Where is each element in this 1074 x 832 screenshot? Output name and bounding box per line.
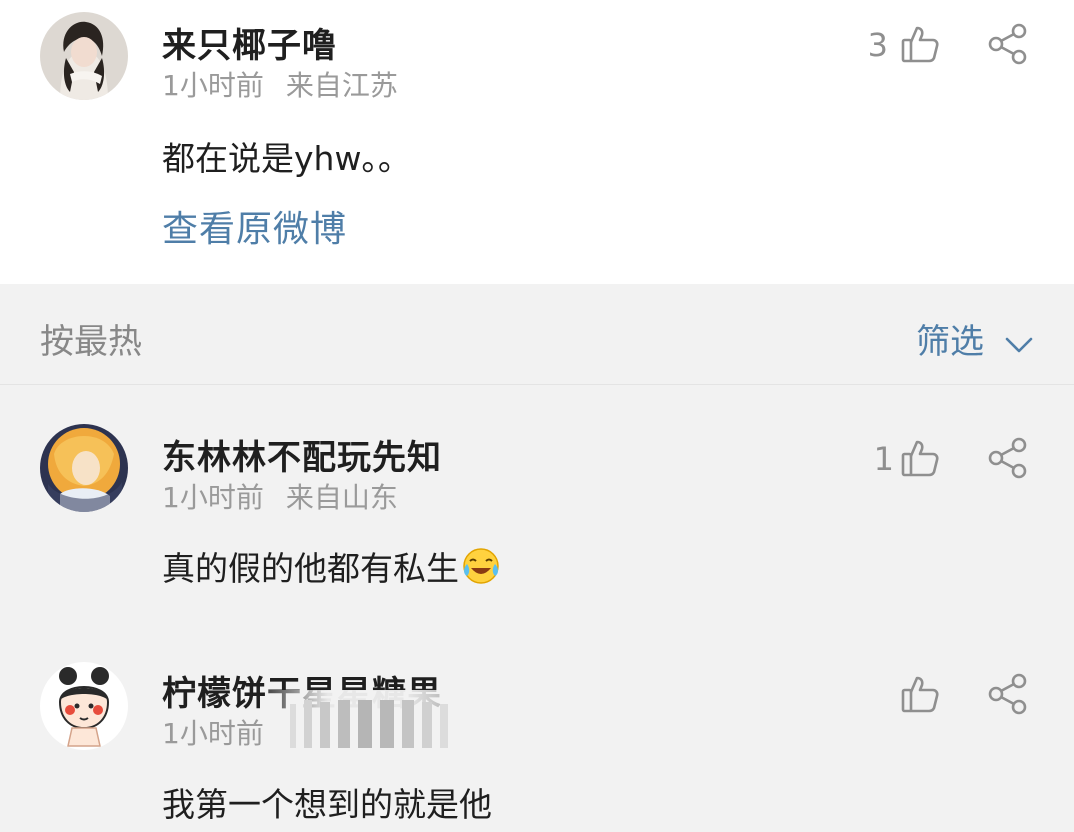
thumbs-up-icon[interactable] — [898, 436, 942, 480]
avatar[interactable] — [40, 424, 128, 512]
chevron-down-icon — [1004, 324, 1034, 364]
filter-label: 筛选 — [916, 322, 984, 362]
share-icon[interactable] — [986, 672, 1030, 716]
location: 来自山东 — [285, 481, 398, 514]
comment-meta: 1小时前 来自山东 — [162, 476, 398, 516]
username[interactable]: 来只椰子噜 — [162, 18, 337, 67]
comment-text: 真的假的他都有私生 — [162, 542, 501, 590]
comment-text: 我第一个想到的就是他 — [162, 785, 492, 824]
like-count: 3 — [867, 26, 888, 64]
laughing-crying-emoji-icon — [461, 546, 501, 586]
username[interactable]: 东林林不配玩先知 — [162, 430, 442, 479]
timestamp: 1小时前 — [162, 481, 264, 514]
location: 来自江苏 — [285, 69, 398, 102]
like-count: 1 — [873, 440, 894, 478]
avatar[interactable] — [40, 12, 128, 100]
sort-hot-label[interactable]: 按最热 — [40, 314, 142, 363]
timestamp: 1小时前 — [162, 69, 264, 102]
thumbs-up-icon[interactable] — [898, 672, 942, 716]
timestamp: 1小时前 — [162, 717, 264, 750]
thumbs-up-icon[interactable] — [898, 22, 942, 66]
comment-meta: 1小时前 — [162, 712, 264, 752]
blur-overlay — [290, 700, 448, 748]
share-icon[interactable] — [986, 22, 1030, 66]
sort-bar: 按最热 筛选 — [0, 284, 1074, 385]
comment-text: 都在说是yhw。。 — [162, 139, 411, 178]
avatar[interactable] — [40, 662, 128, 750]
comment-meta: 1小时前 来自江苏 — [162, 64, 398, 104]
share-icon[interactable] — [986, 436, 1030, 480]
view-original-link[interactable]: 查看原微博 — [162, 200, 347, 252]
top-comment-card: 来只椰子噜 1小时前 来自江苏 都在说是yhw。。 查看原微博 3 — [0, 0, 1074, 284]
comment-text-content: 真的假的他都有私生 — [162, 549, 459, 588]
filter-button[interactable]: 筛选 — [916, 314, 1034, 364]
